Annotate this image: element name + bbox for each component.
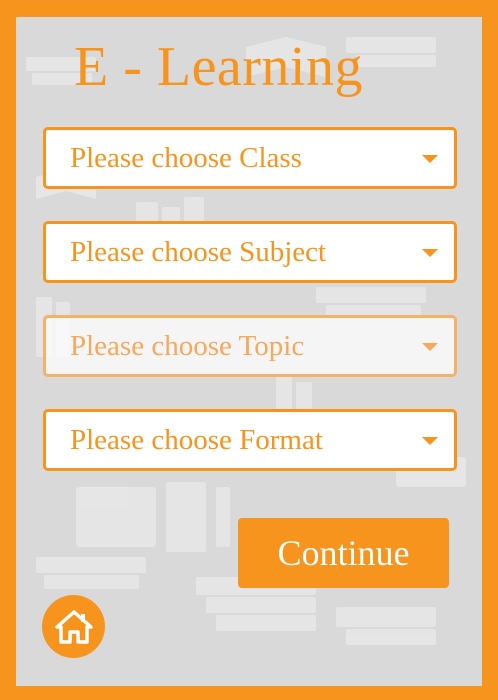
chevron-down-icon [422, 343, 438, 351]
chevron-down-icon [422, 155, 438, 163]
topic-select-value: Please choose Topic [70, 329, 305, 362]
home-icon [54, 609, 93, 644]
chevron-down-icon [422, 437, 438, 445]
format-select[interactable]: Please choose Format [43, 409, 457, 471]
chevron-down-icon [422, 249, 438, 257]
subject-select-value: Please choose Subject [70, 235, 327, 268]
topic-select[interactable]: Please choose Topic [43, 315, 457, 377]
class-select[interactable]: Please choose Class [43, 127, 457, 189]
home-button[interactable] [42, 595, 105, 658]
continue-button[interactable]: Continue [238, 518, 449, 588]
format-select-value: Please choose Format [70, 423, 323, 456]
app-frame: E - Learning Please choose Class Please … [0, 0, 498, 700]
page-title: E - Learning [74, 36, 363, 98]
class-select-value: Please choose Class [70, 141, 302, 174]
subject-select[interactable]: Please choose Subject [43, 221, 457, 283]
